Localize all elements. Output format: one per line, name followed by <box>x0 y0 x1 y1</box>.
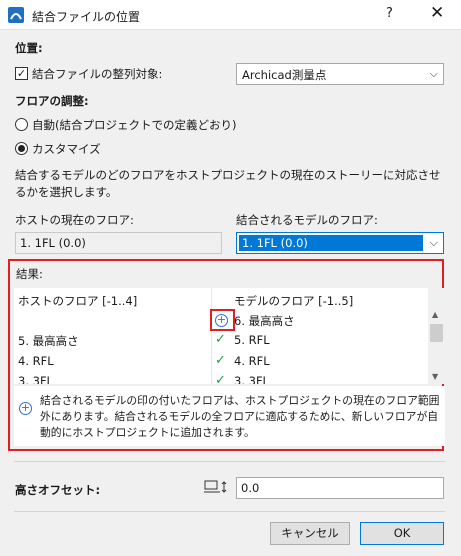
close-button[interactable]: ✕ <box>430 3 444 23</box>
list-row-host: 4. RFL <box>18 354 54 368</box>
archicad-app-icon <box>8 7 24 23</box>
elevation-offset-icon <box>204 480 227 493</box>
cancel-button[interactable]: キャンセル <box>270 522 350 545</box>
scroll-up-icon[interactable]: ▲ <box>432 310 438 319</box>
info-plus-icon: + <box>19 401 32 415</box>
host-floor-column-header: ホストのフロア [-1..4] <box>18 294 138 308</box>
plus-icon-highlight <box>210 309 235 331</box>
align-checkbox[interactable]: ✓ <box>15 67 28 80</box>
scroll-thumb[interactable] <box>430 324 443 342</box>
results-info-area: + 結合されるモデルの印の付いたフロアは、ホストプロジェクトの現在のフロア範囲外… <box>14 386 445 446</box>
host-current-floor-field: 1. 1FL (0.0) <box>15 232 222 254</box>
model-floor-value: 1. 1FL (0.0) <box>239 235 423 251</box>
results-scrollbar[interactable]: ▲ ▼ <box>428 288 445 384</box>
list-row-model: 3. 3FL <box>234 374 269 384</box>
align-target-value: Archicad測量点 <box>242 68 327 82</box>
results-heading: 結果: <box>16 267 43 281</box>
model-floor-label: 結合されるモデルのフロア: <box>236 213 378 227</box>
custom-radio-label: カスタマイズ <box>32 142 101 156</box>
list-row-host: 5. 最高高さ <box>18 334 79 348</box>
results-info-text: 結合されるモデルの印の付いたフロアは、ホストプロジェクトの現在のフロア範囲外にあ… <box>40 394 440 439</box>
auto-radio-label: 自動(結合プロジェクトでの定義どおり) <box>32 118 237 132</box>
align-target-select[interactable]: Archicad測量点 ⌵ <box>236 63 444 85</box>
model-floor-select[interactable]: 1. 1FL (0.0) ⌵ <box>236 232 444 254</box>
column-divider <box>211 288 212 384</box>
separator <box>14 511 445 512</box>
custom-radio[interactable] <box>15 142 28 155</box>
list-row-model: 6. 最高高さ <box>234 314 295 328</box>
auto-radio[interactable] <box>15 118 28 131</box>
position-heading: 位置: <box>15 41 43 55</box>
height-offset-value: 0.0 <box>241 481 260 495</box>
help-button[interactable]: ? <box>386 6 393 21</box>
height-offset-input[interactable]: 0.0 <box>236 477 444 499</box>
floor-description: 結合するモデルのどのフロアをホストプロジェクトの現在のストーリーに対応させるかを… <box>15 168 441 199</box>
checkmark-icon: ✓ <box>215 373 226 384</box>
model-floor-column-header: モデルのフロア [-1..5] <box>234 294 354 308</box>
list-row-model: 5. RFL <box>234 333 270 347</box>
list-row-model: 4. RFL <box>234 354 270 368</box>
list-row-host: 3. 3FL <box>18 374 53 384</box>
align-checkbox-label: 結合ファイルの整列対象: <box>32 67 163 81</box>
height-offset-label: 高さオフセット: <box>15 483 101 497</box>
chevron-down-icon: ⌵ <box>429 236 438 249</box>
checkmark-icon: ✓ <box>215 332 226 347</box>
window-title: 結合ファイルの位置 <box>32 10 141 24</box>
ok-button[interactable]: OK <box>360 522 444 545</box>
title-bar: 結合ファイルの位置 ? ✕ <box>0 0 461 30</box>
chevron-down-icon: ⌵ <box>429 67 438 80</box>
separator <box>14 461 445 462</box>
results-list[interactable]: ホストのフロア [-1..4] モデルのフロア [-1..5] + 6. 最高高… <box>14 288 445 384</box>
checkmark-icon: ✓ <box>215 353 226 368</box>
floor-adjust-heading: フロアの調整: <box>15 94 89 108</box>
host-current-floor-value: 1. 1FL (0.0) <box>20 236 86 250</box>
host-current-floor-label: ホストの現在のフロア: <box>15 213 134 227</box>
scroll-down-icon[interactable]: ▼ <box>432 372 438 381</box>
